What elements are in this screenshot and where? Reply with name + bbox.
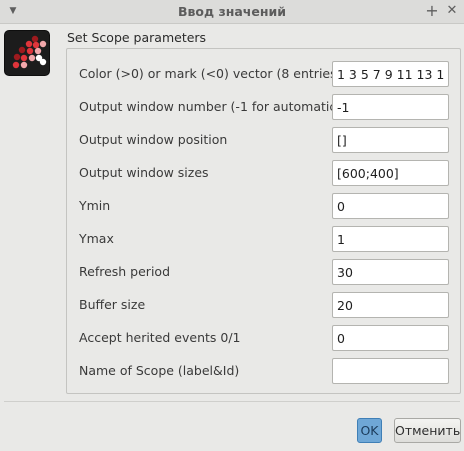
buffer-size-input[interactable] — [332, 292, 449, 318]
field-label: Ymin — [79, 198, 111, 213]
window-sizes-input[interactable] — [332, 160, 449, 186]
field-row-scope-name: Name of Scope (label&Id) — [67, 358, 460, 384]
field-label: Color (>0) or mark (<0) vector (8 entrie… — [79, 66, 342, 81]
color-vector-input[interactable] — [332, 61, 449, 87]
ymin-input[interactable] — [332, 193, 449, 219]
field-label: Refresh period — [79, 264, 170, 279]
field-row-herited-events: Accept herited events 0/1 — [67, 325, 460, 351]
ymax-input[interactable] — [332, 226, 449, 252]
field-row-refresh-period: Refresh period — [67, 259, 460, 285]
field-row-window-sizes: Output window sizes — [67, 160, 460, 186]
field-label: Accept herited events 0/1 — [79, 330, 241, 345]
scicos-scope-icon — [4, 30, 50, 76]
ok-button[interactable]: OK — [357, 418, 382, 443]
field-label: Buffer size — [79, 297, 146, 312]
close-icon[interactable]: ✕ — [444, 3, 460, 19]
scope-name-input[interactable] — [332, 358, 449, 384]
field-row-window-number: Output window number (-1 for automatic) — [67, 94, 460, 120]
field-row-ymax: Ymax — [67, 226, 460, 252]
window-number-input[interactable] — [332, 94, 449, 120]
field-label: Name of Scope (label&Id) — [79, 363, 240, 378]
field-label: Ymax — [79, 231, 114, 246]
field-label: Output window sizes — [79, 165, 209, 180]
button-divider — [4, 401, 460, 402]
plus-icon[interactable]: + — [424, 3, 440, 19]
field-row-window-position: Output window position — [67, 127, 460, 153]
herited-events-input[interactable] — [332, 325, 449, 351]
title-bar: ▼ Ввод значений + ✕ — [0, 0, 464, 24]
dialog-heading: Set Scope parameters — [67, 30, 207, 45]
parameters-panel: Color (>0) or mark (<0) vector (8 entrie… — [66, 48, 461, 394]
window-title: Ввод значений — [177, 4, 287, 19]
field-row-ymin: Ymin — [67, 193, 460, 219]
field-label: Output window position — [79, 132, 228, 147]
cancel-button[interactable]: Отменить — [394, 418, 461, 443]
window-position-input[interactable] — [332, 127, 449, 153]
field-row-buffer-size: Buffer size — [67, 292, 460, 318]
refresh-period-input[interactable] — [332, 259, 449, 285]
field-label: Output window number (-1 for automatic) — [79, 99, 342, 114]
field-row-color: Color (>0) or mark (<0) vector (8 entrie… — [67, 61, 460, 87]
